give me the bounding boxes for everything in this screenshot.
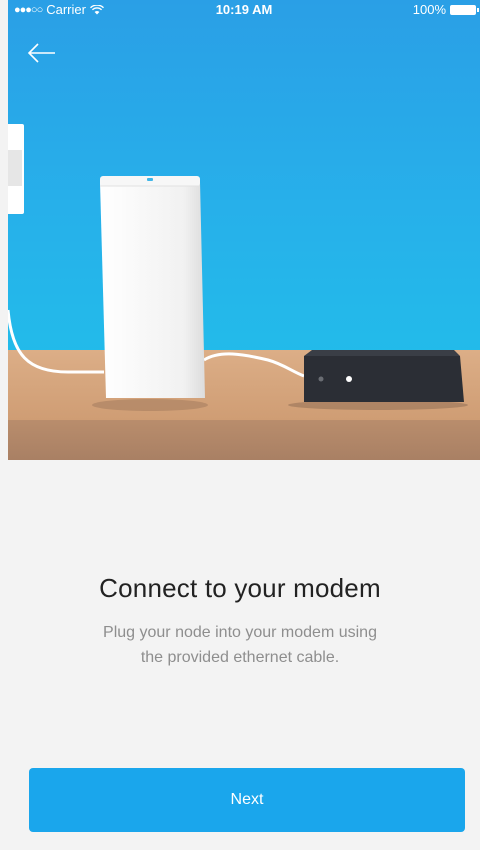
battery-percent: 100% xyxy=(412,2,446,17)
shelf-front xyxy=(8,420,480,460)
back-button[interactable] xyxy=(22,36,62,70)
modem xyxy=(304,356,464,402)
modem-light-2 xyxy=(346,376,352,382)
setup-illustration xyxy=(8,0,480,460)
modem-light-1 xyxy=(318,376,324,382)
next-button[interactable]: Next xyxy=(29,768,465,832)
setup-screen: ●●●○○ Carrier 10:19 AM 100% Connect to y… xyxy=(0,0,480,850)
status-time: 10:19 AM xyxy=(215,2,273,17)
status-bar: ●●●○○ Carrier 10:19 AM 100% xyxy=(8,0,480,20)
page-title: Connect to your modem xyxy=(99,573,381,604)
battery-icon xyxy=(450,4,479,15)
mesh-node xyxy=(100,182,205,398)
node-status-light xyxy=(147,178,153,181)
instruction-text: Plug your node into your modem using the… xyxy=(103,624,377,666)
arrow-left-icon xyxy=(27,43,55,63)
